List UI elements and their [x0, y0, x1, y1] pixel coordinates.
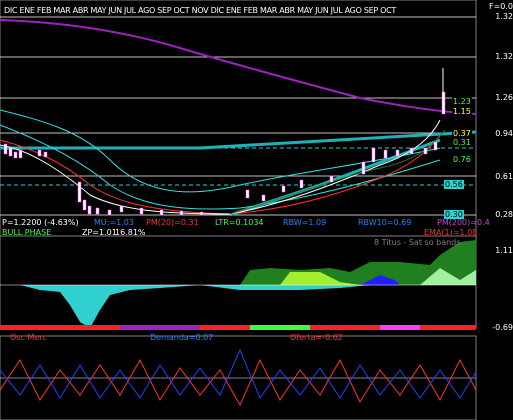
price-tag-3: 0.37	[452, 129, 472, 138]
mu-readout: MU:=1.03	[94, 218, 134, 227]
demand-label: Demanda=0.07	[150, 333, 214, 342]
ema-readout: EMA(1)=1.08	[424, 228, 478, 237]
price-tag-5: 0.76	[452, 155, 472, 164]
phase-readout: BULL PHASE	[2, 228, 52, 237]
price-tag-4: 0.31	[452, 138, 472, 147]
price-chart[interactable]	[0, 0, 513, 420]
offer-label: Oferta=-0.62	[290, 333, 343, 342]
price-tag-2: 1.15	[452, 107, 472, 116]
pm200-readout: PM(200)=0.4	[437, 218, 490, 227]
osc-label: Osc Merc	[10, 333, 47, 342]
indicator-label: 8 Titus - Sat so bands	[374, 238, 461, 247]
price-tag-1: 1.23	[452, 97, 472, 106]
price-tag-6: 0.56	[444, 180, 464, 189]
pm20-readout: PM(20)=0.31	[146, 218, 199, 227]
ltr-readout: LTR=0.1034	[215, 218, 264, 227]
rbw10-readout: RBW10=0.69	[358, 218, 412, 227]
zp-readout: ZP=1.01	[82, 228, 117, 237]
rbw-readout: RBW=1.09	[283, 218, 327, 227]
pct-readout: 16.81%	[115, 228, 146, 237]
price-readout: P=1.2200 (-4.63%)	[2, 218, 79, 227]
